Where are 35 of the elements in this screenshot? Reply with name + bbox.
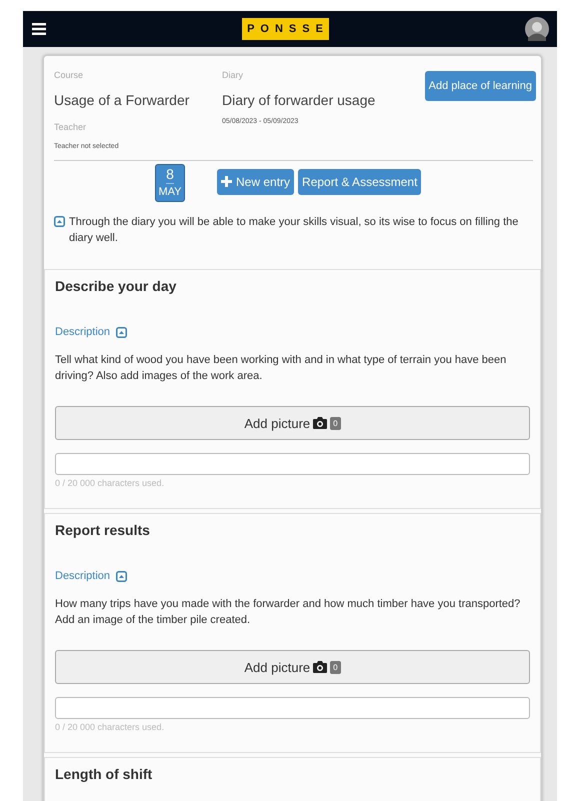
picture-count: 0 (330, 660, 341, 674)
picture-count: 0 (330, 416, 341, 430)
info-text: Through the diary you will be able to make your skills visual, so its wise to focus on filling the diary well. (69, 215, 520, 246)
plus-icon (221, 176, 232, 187)
section-title: Describe your day (55, 278, 178, 294)
camera-icon (313, 417, 328, 429)
avatar-icon[interactable] (524, 17, 549, 41)
collapse-icon[interactable] (116, 327, 128, 338)
collapse-icon[interactable] (116, 571, 128, 582)
new-entry-button[interactable]: New entry (217, 168, 294, 194)
section-title: Report results (55, 522, 151, 538)
text-input-field[interactable] (55, 697, 530, 719)
character-count: 0 / 20 000 characters used. (55, 722, 166, 732)
character-count: 0 / 20 000 characters used. (55, 478, 166, 488)
add-picture-button[interactable]: Add picture 0 (55, 406, 530, 440)
description-text: How many trips have you made with the forwarder and how much timber have you transported? Add an image of the timber pile created. (55, 597, 522, 628)
description-link[interactable]: Description (55, 570, 110, 582)
teacher-label: Teacher (54, 122, 88, 134)
diary-name: Diary of forwarder usage (222, 92, 376, 110)
date-day: 8 (166, 165, 174, 184)
diary-label: Diary (222, 70, 244, 82)
add-place-button[interactable]: Add place of learning (424, 71, 536, 101)
report-button[interactable]: Report & Assessment (298, 168, 422, 194)
description-link[interactable]: Description (55, 326, 110, 338)
description-text: Tell what kind of wood you have been working with and in what type of terrain you have been driving? Also add images of the work area. (55, 353, 508, 384)
collapse-icon[interactable] (54, 216, 65, 227)
date-month: MAY (158, 185, 182, 200)
logo[interactable]: PONSSE (242, 18, 329, 40)
camera-icon (313, 661, 328, 673)
add-picture-button[interactable]: Add picture 0 (55, 650, 530, 684)
course-name: Usage of a Forwarder (54, 92, 190, 110)
section-title: Length of shift (55, 766, 154, 782)
course-label: Course (54, 70, 84, 82)
text-input-field[interactable] (55, 453, 530, 475)
menu-icon[interactable] (32, 23, 46, 35)
